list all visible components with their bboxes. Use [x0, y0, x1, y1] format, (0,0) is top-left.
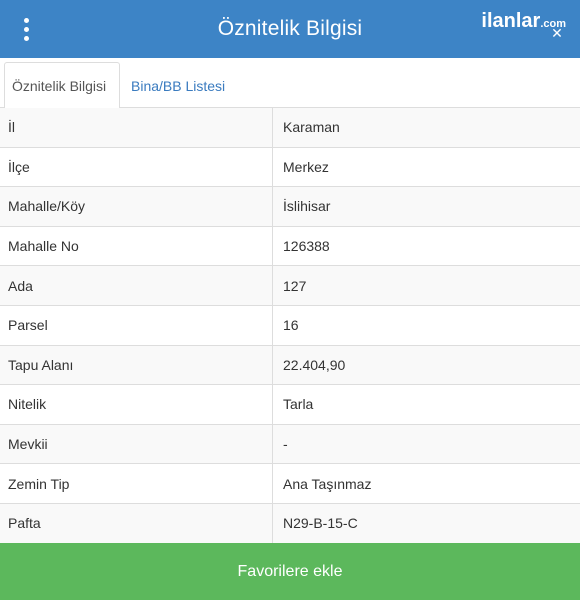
attribute-table: İl Karaman İlçe Merkez Mahalle/Köy İslih…: [0, 108, 580, 544]
row-key: İl: [0, 108, 273, 147]
table-row: Ada 127: [0, 266, 580, 306]
row-key: Ada: [0, 266, 273, 305]
table-row: İl Karaman: [0, 108, 580, 148]
row-value: 22.404,90: [283, 356, 346, 373]
row-key: Pafta: [0, 503, 273, 543]
row-value: 127: [283, 277, 307, 294]
row-value: 16: [283, 317, 299, 334]
table-row: Mahalle No 126388: [0, 226, 580, 267]
table-row: Tapu Alanı 22.404,90: [0, 345, 580, 386]
tab-bar: Öznitelik Bilgisi Bina/BB Listesi: [0, 58, 580, 109]
brand-name: ilanlar: [481, 10, 541, 32]
kebab-menu-icon[interactable]: [14, 15, 38, 43]
table-row: İlçe Merkez: [0, 147, 580, 188]
row-value: Karaman: [283, 119, 340, 136]
row-value: İslihisar: [283, 198, 331, 215]
tab-bina-bb-listesi[interactable]: Bina/BB Listesi: [124, 62, 232, 109]
row-value: Merkez: [283, 158, 329, 175]
app-header: Öznitelik Bilgisi ilanlar.com ✕: [0, 0, 580, 58]
page-title: Öznitelik Bilgisi: [217, 17, 363, 40]
row-key: Tapu Alanı: [0, 345, 273, 385]
table-row: Mevkii -: [0, 424, 580, 465]
table-row: Zemin Tip Ana Taşınmaz: [0, 464, 580, 504]
table-row: Mahalle/Köy İslihisar: [0, 187, 580, 227]
row-key: Nitelik: [0, 385, 273, 424]
row-value: 126388: [283, 238, 330, 255]
row-value: Ana Taşınmaz: [283, 475, 372, 492]
menu-dot: [23, 17, 29, 23]
tab-oznitelik-bilgisi[interactable]: Öznitelik Bilgisi: [4, 62, 120, 109]
row-value: Tarla: [283, 396, 314, 413]
menu-dot: [23, 26, 29, 32]
row-key: Mahalle No: [0, 226, 273, 266]
row-key: İlçe: [0, 147, 273, 187]
table-row: Nitelik Tarla: [0, 385, 580, 425]
table-row: Pafta N29-B-15-C: [0, 503, 580, 544]
table-row: Parsel 16: [0, 305, 580, 346]
add-to-favorites-button[interactable]: Favorilere ekle: [0, 543, 580, 600]
menu-dot: [23, 35, 29, 41]
row-key: Mevkii: [0, 424, 273, 464]
row-value: -: [283, 436, 288, 453]
row-key: Parsel: [0, 305, 273, 345]
row-key: Zemin Tip: [0, 464, 273, 503]
row-key: Mahalle/Köy: [0, 187, 273, 226]
row-value: N29-B-15-C: [283, 515, 358, 532]
close-icon[interactable]: ✕: [550, 26, 564, 40]
